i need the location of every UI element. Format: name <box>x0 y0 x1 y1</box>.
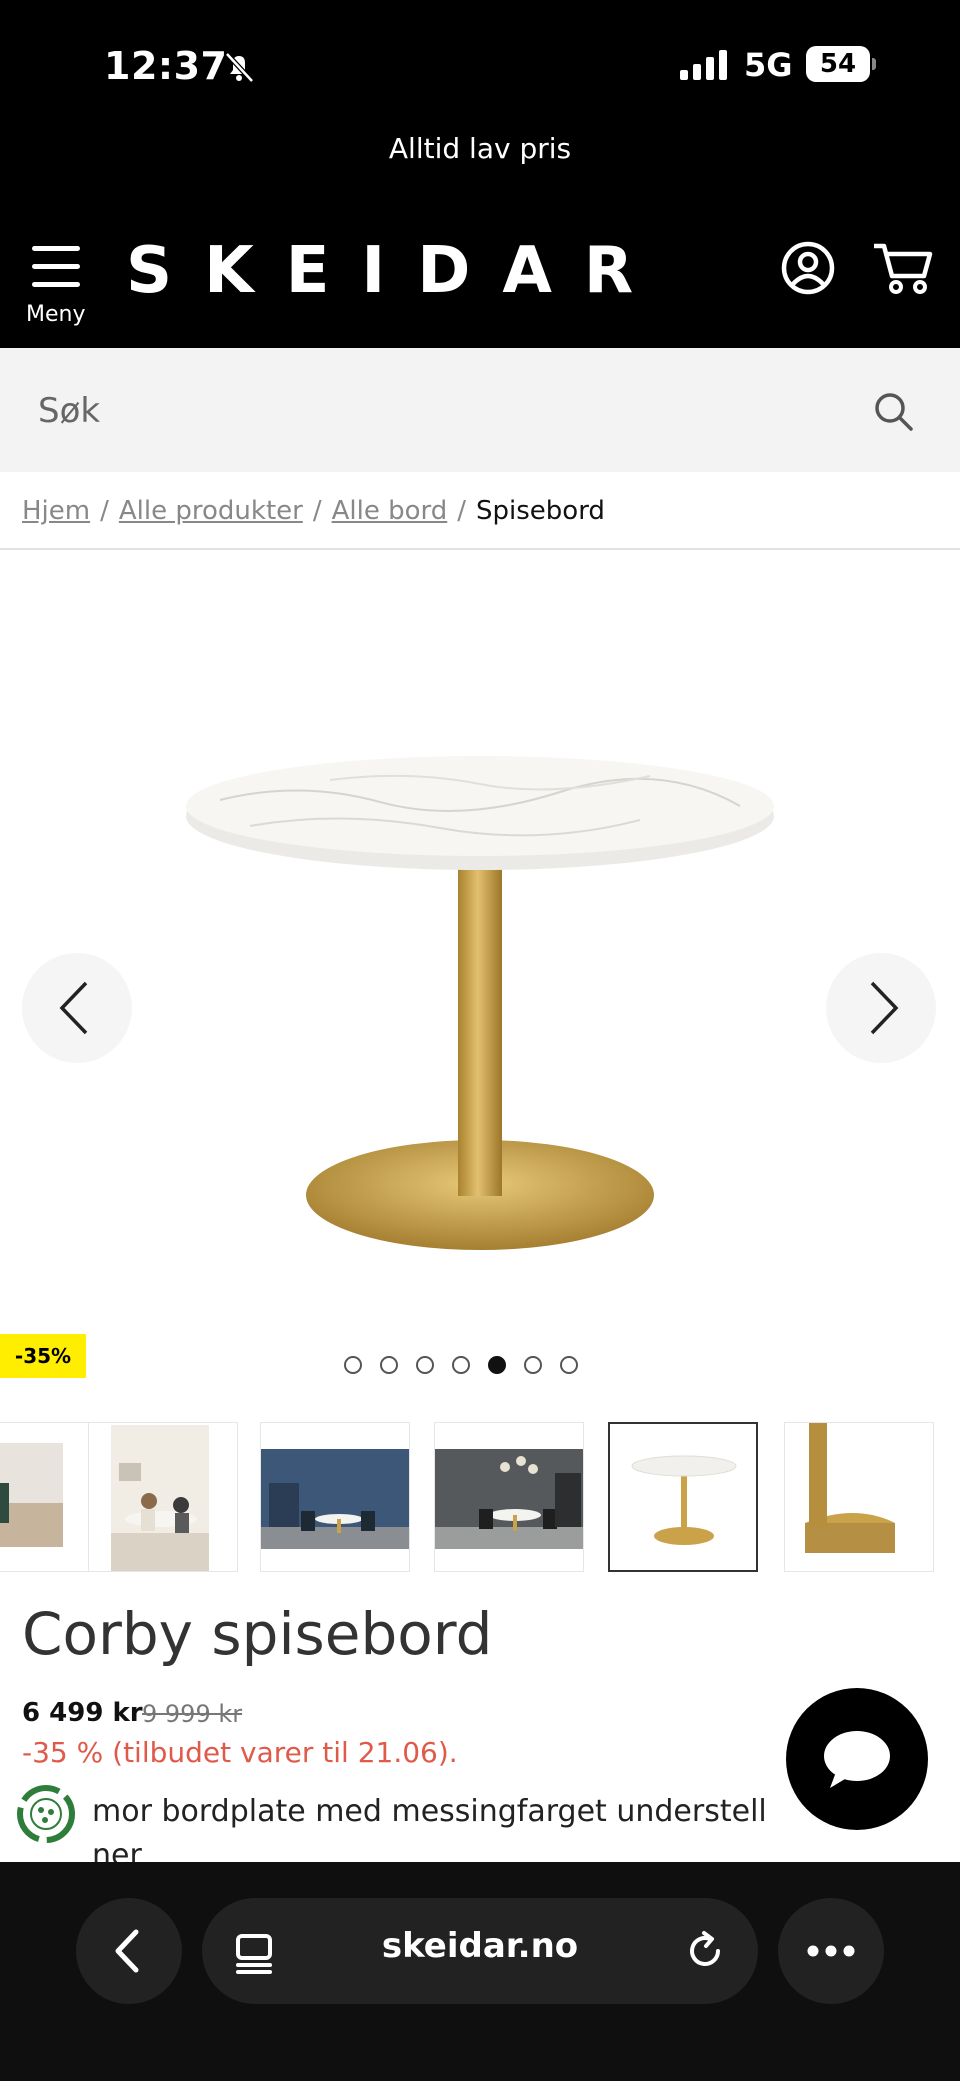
carousel-dot[interactable] <box>452 1355 470 1374</box>
thumbnail-4[interactable] <box>434 1422 584 1572</box>
more-dots-icon <box>807 1945 855 1957</box>
battery-indicator: 54 <box>806 46 870 82</box>
thumbnail-3[interactable] <box>260 1422 410 1572</box>
product-image <box>186 756 774 1250</box>
recycle-icon <box>17 1785 75 1843</box>
promo-banner[interactable]: Alltid lav pris <box>0 132 960 165</box>
menu-icon[interactable] <box>28 244 88 290</box>
carousel-dot[interactable] <box>416 1355 434 1374</box>
offer-text: -35 % (tilbudet varer til 21.06). <box>22 1736 458 1769</box>
discount-badge: -35% <box>0 1334 86 1378</box>
network-label: 5G <box>744 46 793 84</box>
search-input[interactable] <box>36 384 820 438</box>
breadcrumb-all-tables[interactable]: Alle bord <box>332 496 448 526</box>
product-title: Corby spisebord <box>22 1600 493 1668</box>
breadcrumb-all-products[interactable]: Alle produkter <box>119 496 303 526</box>
previous-image-button[interactable] <box>22 953 132 1063</box>
more-button[interactable] <box>778 1898 884 2004</box>
chat-button[interactable] <box>786 1688 928 1830</box>
description-line: mor bordplate med messingfarget underste… <box>92 1794 767 1829</box>
thumbnail-6[interactable] <box>784 1422 934 1572</box>
cart-icon[interactable] <box>872 240 934 296</box>
chevron-left-icon <box>115 1929 139 1973</box>
carousel-dots <box>344 1354 596 1374</box>
menu-label[interactable]: Meny <box>26 302 85 327</box>
next-image-button[interactable] <box>826 953 936 1063</box>
current-price: 6 499 kr <box>22 1698 143 1728</box>
carousel-dot[interactable] <box>524 1355 542 1374</box>
breadcrumb-separator: / <box>312 496 322 526</box>
carousel-dot[interactable] <box>380 1355 398 1374</box>
old-price: 9 999 kr <box>142 1700 243 1728</box>
status-time: 12:37 <box>104 44 228 88</box>
back-button[interactable] <box>76 1898 182 2004</box>
url-text[interactable]: skeidar.no <box>202 1926 758 1966</box>
divider <box>0 548 960 550</box>
breadcrumb-separator: / <box>457 496 467 526</box>
thumbnail-strip <box>0 1422 960 1574</box>
carousel-dot-active[interactable] <box>488 1355 506 1374</box>
carousel-dot[interactable] <box>344 1355 362 1374</box>
account-icon[interactable] <box>780 240 836 296</box>
battery-nub <box>872 58 876 70</box>
signal-icon <box>680 50 727 80</box>
reload-icon[interactable] <box>682 1928 728 1974</box>
breadcrumb-home[interactable]: Hjem <box>22 496 90 526</box>
thumbnail-5-selected[interactable] <box>608 1422 758 1572</box>
chevron-left-icon <box>59 981 88 1035</box>
brand-logo[interactable]: SKEIDAR <box>126 234 665 308</box>
search-icon[interactable] <box>872 390 916 434</box>
breadcrumb: Hjem / Alle produkter / Alle bord / Spisebord <box>22 496 605 526</box>
breadcrumb-separator: / <box>100 496 109 526</box>
chat-bubble-icon <box>824 1731 890 1788</box>
carousel-dot[interactable] <box>560 1355 578 1374</box>
breadcrumb-current: Spisebord <box>476 496 605 526</box>
chevron-right-icon <box>870 981 899 1035</box>
bell-muted-icon <box>225 52 254 83</box>
thumbnail-2[interactable] <box>88 1422 238 1572</box>
